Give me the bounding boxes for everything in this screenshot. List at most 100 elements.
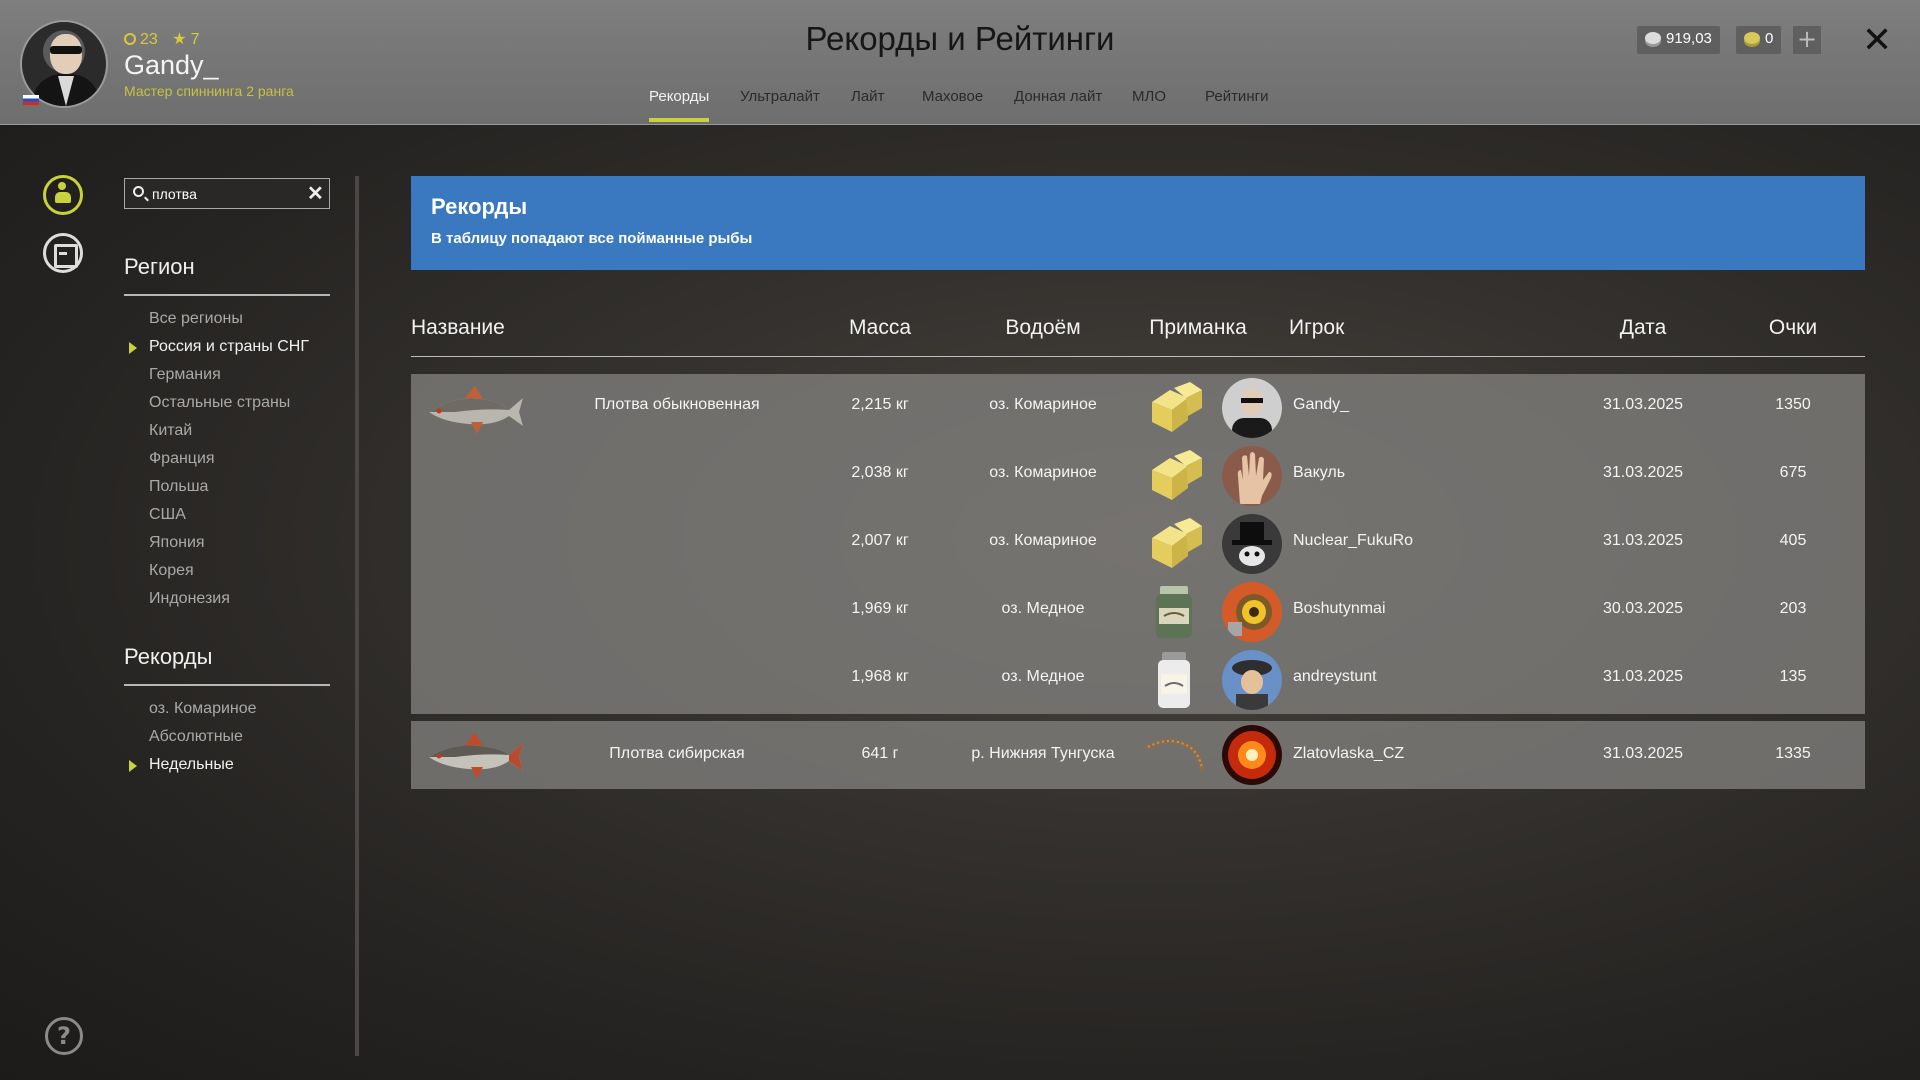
region-item-germany[interactable]: Германия (149, 366, 221, 384)
row-date: 31.03.2025 (1602, 668, 1684, 685)
region-item-other[interactable]: Остальные страны (149, 394, 290, 412)
fish-name: Плотва сибирская (609, 745, 745, 762)
row-player[interactable]: Nuclear_FukuRo (1293, 532, 1413, 550)
page-title: Рекорды и Рейтинги (805, 20, 1115, 57)
silver-coin-icon (1645, 32, 1661, 44)
top-hat-avatar[interactable] (1222, 514, 1282, 574)
row-player[interactable]: Вакуль (1293, 464, 1345, 482)
archive-icon[interactable] (43, 233, 83, 273)
fish-group-roach[interactable]: Плотва обыкновенная 2,215 кг оз. Комарин… (411, 374, 1865, 714)
hand-avatar[interactable] (1222, 446, 1282, 506)
records-section-title: Рекорды (124, 644, 213, 669)
robot-avatar[interactable] (1222, 582, 1282, 642)
region-item-usa[interactable]: США (149, 506, 186, 524)
column-header-player[interactable]: Игрок (1289, 316, 1344, 340)
column-header-date[interactable]: Дата (1620, 316, 1667, 340)
region-item-indonesia[interactable]: Индонезия (149, 590, 230, 608)
row-player[interactable]: Boshutynmai (1293, 600, 1386, 618)
region-item-all[interactable]: Все регионы (149, 310, 243, 328)
row-points: 405 (1779, 532, 1807, 549)
column-header-name[interactable]: Название (411, 316, 505, 340)
search-field[interactable]: ✕ (124, 178, 330, 209)
row-mass: 2,038 кг (851, 464, 909, 481)
tab-bottom-light[interactable]: Донная лайт (1014, 88, 1102, 105)
row-player[interactable]: Zlatovlaska_CZ (1293, 745, 1404, 763)
row-date: 31.03.2025 (1602, 396, 1684, 413)
region-section-title: Регион (124, 254, 195, 279)
row-player[interactable]: andreystunt (1293, 668, 1377, 686)
bread-cube-bait-icon (1152, 382, 1202, 432)
community-icon[interactable] (43, 175, 83, 215)
row-water: оз. Комариное (989, 532, 1097, 549)
region-item-russia[interactable]: Россия и страны СНГ (129, 338, 309, 356)
column-header-water[interactable]: Водоём (1005, 316, 1080, 340)
column-header-bait[interactable]: Приманка (1149, 316, 1247, 340)
man-sunglasses-avatar[interactable] (1222, 378, 1282, 438)
row-water: оз. Медное (1001, 600, 1085, 617)
banner-subtitle: В таблицу попадают все пойманные рыбы (431, 230, 753, 247)
tab-float[interactable]: Маховое (922, 88, 983, 105)
row-player[interactable]: Gandy_ (1293, 396, 1349, 414)
add-currency-button[interactable]: + (1793, 26, 1821, 54)
row-mass: 1,969 кг (851, 600, 909, 617)
banner-title: Рекорды (431, 194, 528, 219)
roach-fish-icon (429, 386, 523, 434)
row-points: 1335 (1775, 745, 1811, 762)
gold-coin-icon (1744, 32, 1760, 44)
sidebar-divider (355, 176, 359, 1056)
siberian-roach-fish-icon (429, 733, 523, 779)
row-mass: 1,968 кг (851, 668, 909, 685)
clear-search-icon[interactable]: ✕ (307, 181, 324, 206)
russia-flag-icon (23, 95, 39, 105)
row-date: 31.03.2025 (1602, 532, 1684, 549)
row-mass: 2,215 кг (851, 396, 909, 413)
table-header-divider (411, 356, 1865, 357)
silver-balance: 919,03 (1637, 26, 1720, 54)
fire-orb-avatar[interactable] (1222, 725, 1282, 785)
row-water: оз. Комариное (989, 464, 1097, 481)
region-item-korea[interactable]: Корея (149, 562, 194, 580)
bread-cube-bait-icon (1152, 450, 1202, 500)
row-date: 30.03.2025 (1602, 600, 1684, 617)
row-points: 203 (1779, 600, 1807, 617)
records-item-weekly[interactable]: Недельные (129, 756, 234, 774)
region-item-france[interactable]: Франция (149, 450, 215, 468)
row-mass: 2,007 кг (851, 532, 909, 549)
close-button[interactable]: ✕ (1862, 20, 1892, 61)
top-bar: 23 ★ 7 Gandy_ Мастер спиннинга 2 ранга Ре… (0, 0, 1920, 125)
fish-group-siberian-roach[interactable]: Плотва сибирская 641 г р. Нижняя Тунгуск… (411, 721, 1865, 789)
row-points: 135 (1779, 668, 1807, 685)
row-points: 1350 (1775, 396, 1811, 413)
search-input[interactable] (152, 184, 302, 204)
green-jar-bait-icon (1156, 586, 1192, 638)
row-points: 675 (1779, 464, 1807, 481)
records-item-absolute[interactable]: Абсолютные (149, 728, 243, 746)
row-water: оз. Медное (1001, 668, 1085, 685)
bread-cube-bait-icon (1152, 518, 1202, 568)
help-icon[interactable]: ? (45, 1017, 83, 1055)
tab-light[interactable]: Лайт (851, 88, 884, 105)
region-item-poland[interactable]: Польша (149, 478, 208, 496)
fish-name: Плотва обыкновенная (594, 396, 760, 413)
gold-amount: 0 (1765, 30, 1774, 47)
row-date: 31.03.2025 (1602, 464, 1684, 481)
region-item-china[interactable]: Китай (149, 422, 192, 440)
region-item-japan[interactable]: Япония (149, 534, 205, 552)
records-item-lake[interactable]: оз. Комариное (149, 700, 257, 718)
region-divider (124, 294, 330, 296)
gold-balance: 0 (1736, 26, 1782, 54)
row-mass: 641 г (861, 745, 899, 762)
column-header-mass[interactable]: Масса (849, 316, 911, 340)
player-rank: Мастер спиннинга 2 ранга (124, 83, 294, 99)
tab-ultralight[interactable]: Ультралайт (740, 88, 820, 105)
detective-avatar[interactable] (1222, 650, 1282, 710)
row-date: 31.03.2025 (1602, 745, 1684, 762)
search-icon (133, 186, 144, 197)
silver-amount: 919,03 (1666, 30, 1712, 47)
column-header-points[interactable]: Очки (1769, 316, 1817, 340)
tab-ratings[interactable]: Рейтинги (1205, 88, 1268, 105)
tab-records[interactable]: Рекорды (649, 88, 710, 122)
tab-mlo[interactable]: МЛО (1132, 88, 1166, 105)
records-banner: Рекорды В таблицу попадают все пойманные… (411, 176, 1865, 270)
records-divider (124, 684, 330, 686)
